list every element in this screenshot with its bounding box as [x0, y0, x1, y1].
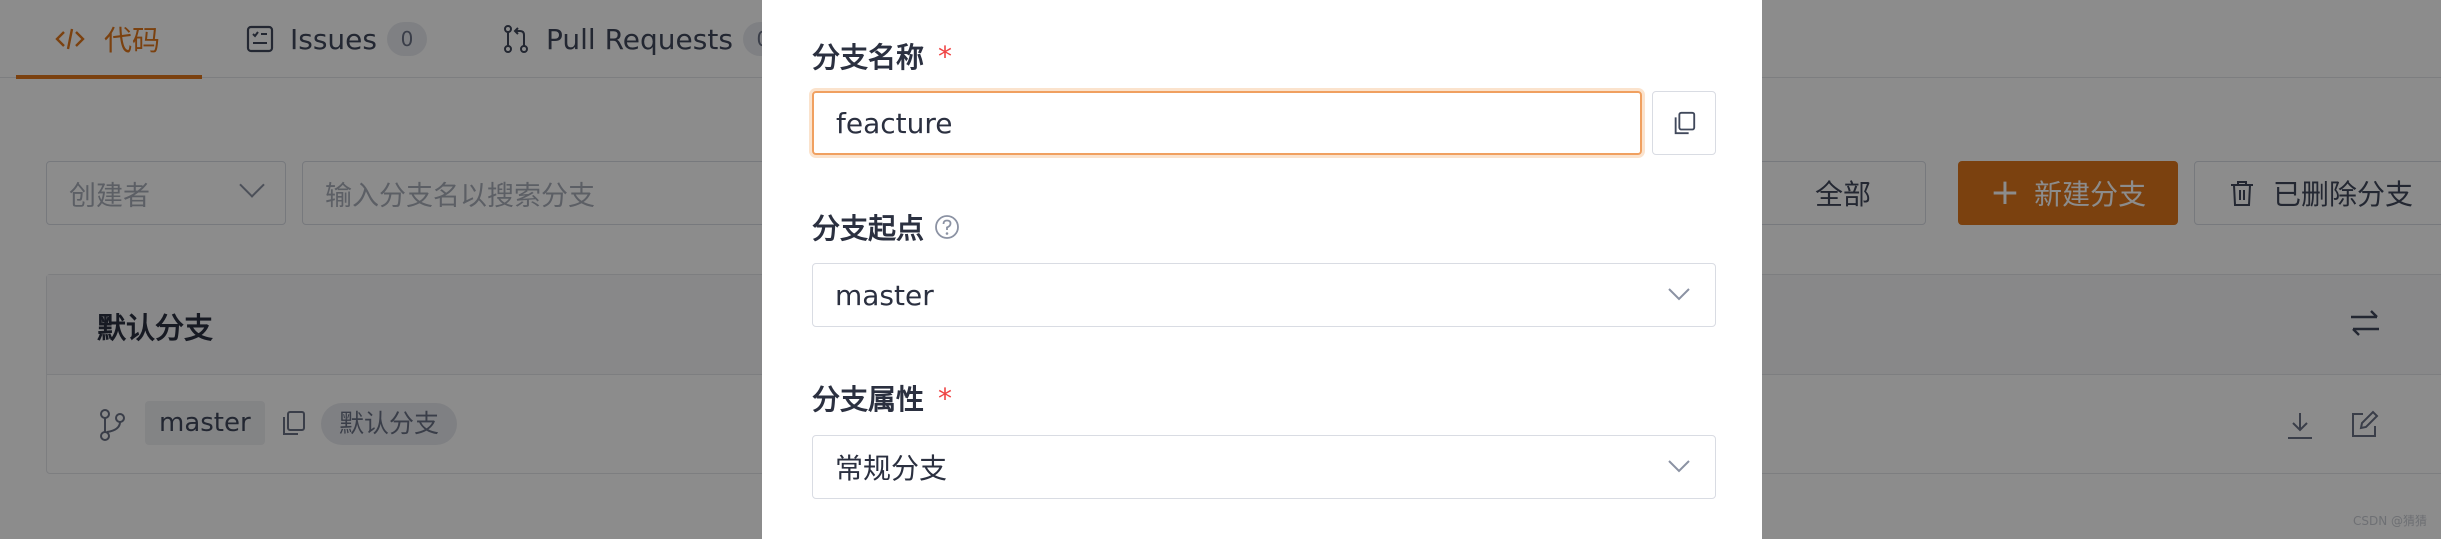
branch-name-label: 分支名称 *	[812, 36, 952, 76]
branch-type-label-text: 分支属性	[812, 383, 925, 416]
branch-type-label: 分支属性 *	[812, 378, 952, 418]
chevron-down-icon	[1668, 460, 1690, 473]
new-branch-dialog: 分支名称 * feacture 分支起点 master 分支属性 * 常规分支	[762, 0, 1762, 539]
branch-name-input-value: feacture	[836, 106, 953, 140]
required-mark: *	[938, 39, 953, 73]
branch-name-input[interactable]: feacture	[812, 91, 1642, 155]
help-icon[interactable]	[934, 214, 960, 240]
branch-source-select[interactable]: master	[812, 263, 1716, 327]
branch-source-value: master	[835, 278, 934, 312]
branch-source-label: 分支起点	[812, 207, 960, 247]
copy-branch-name-button[interactable]	[1652, 91, 1716, 155]
copy-icon	[1674, 111, 1696, 135]
required-mark: *	[938, 381, 953, 415]
branch-name-label-text: 分支名称	[812, 41, 925, 74]
branch-type-value: 常规分支	[835, 452, 948, 485]
branch-type-select[interactable]: 常规分支	[812, 435, 1716, 499]
branch-source-label-text: 分支起点	[812, 212, 925, 245]
chevron-down-icon	[1668, 288, 1690, 301]
